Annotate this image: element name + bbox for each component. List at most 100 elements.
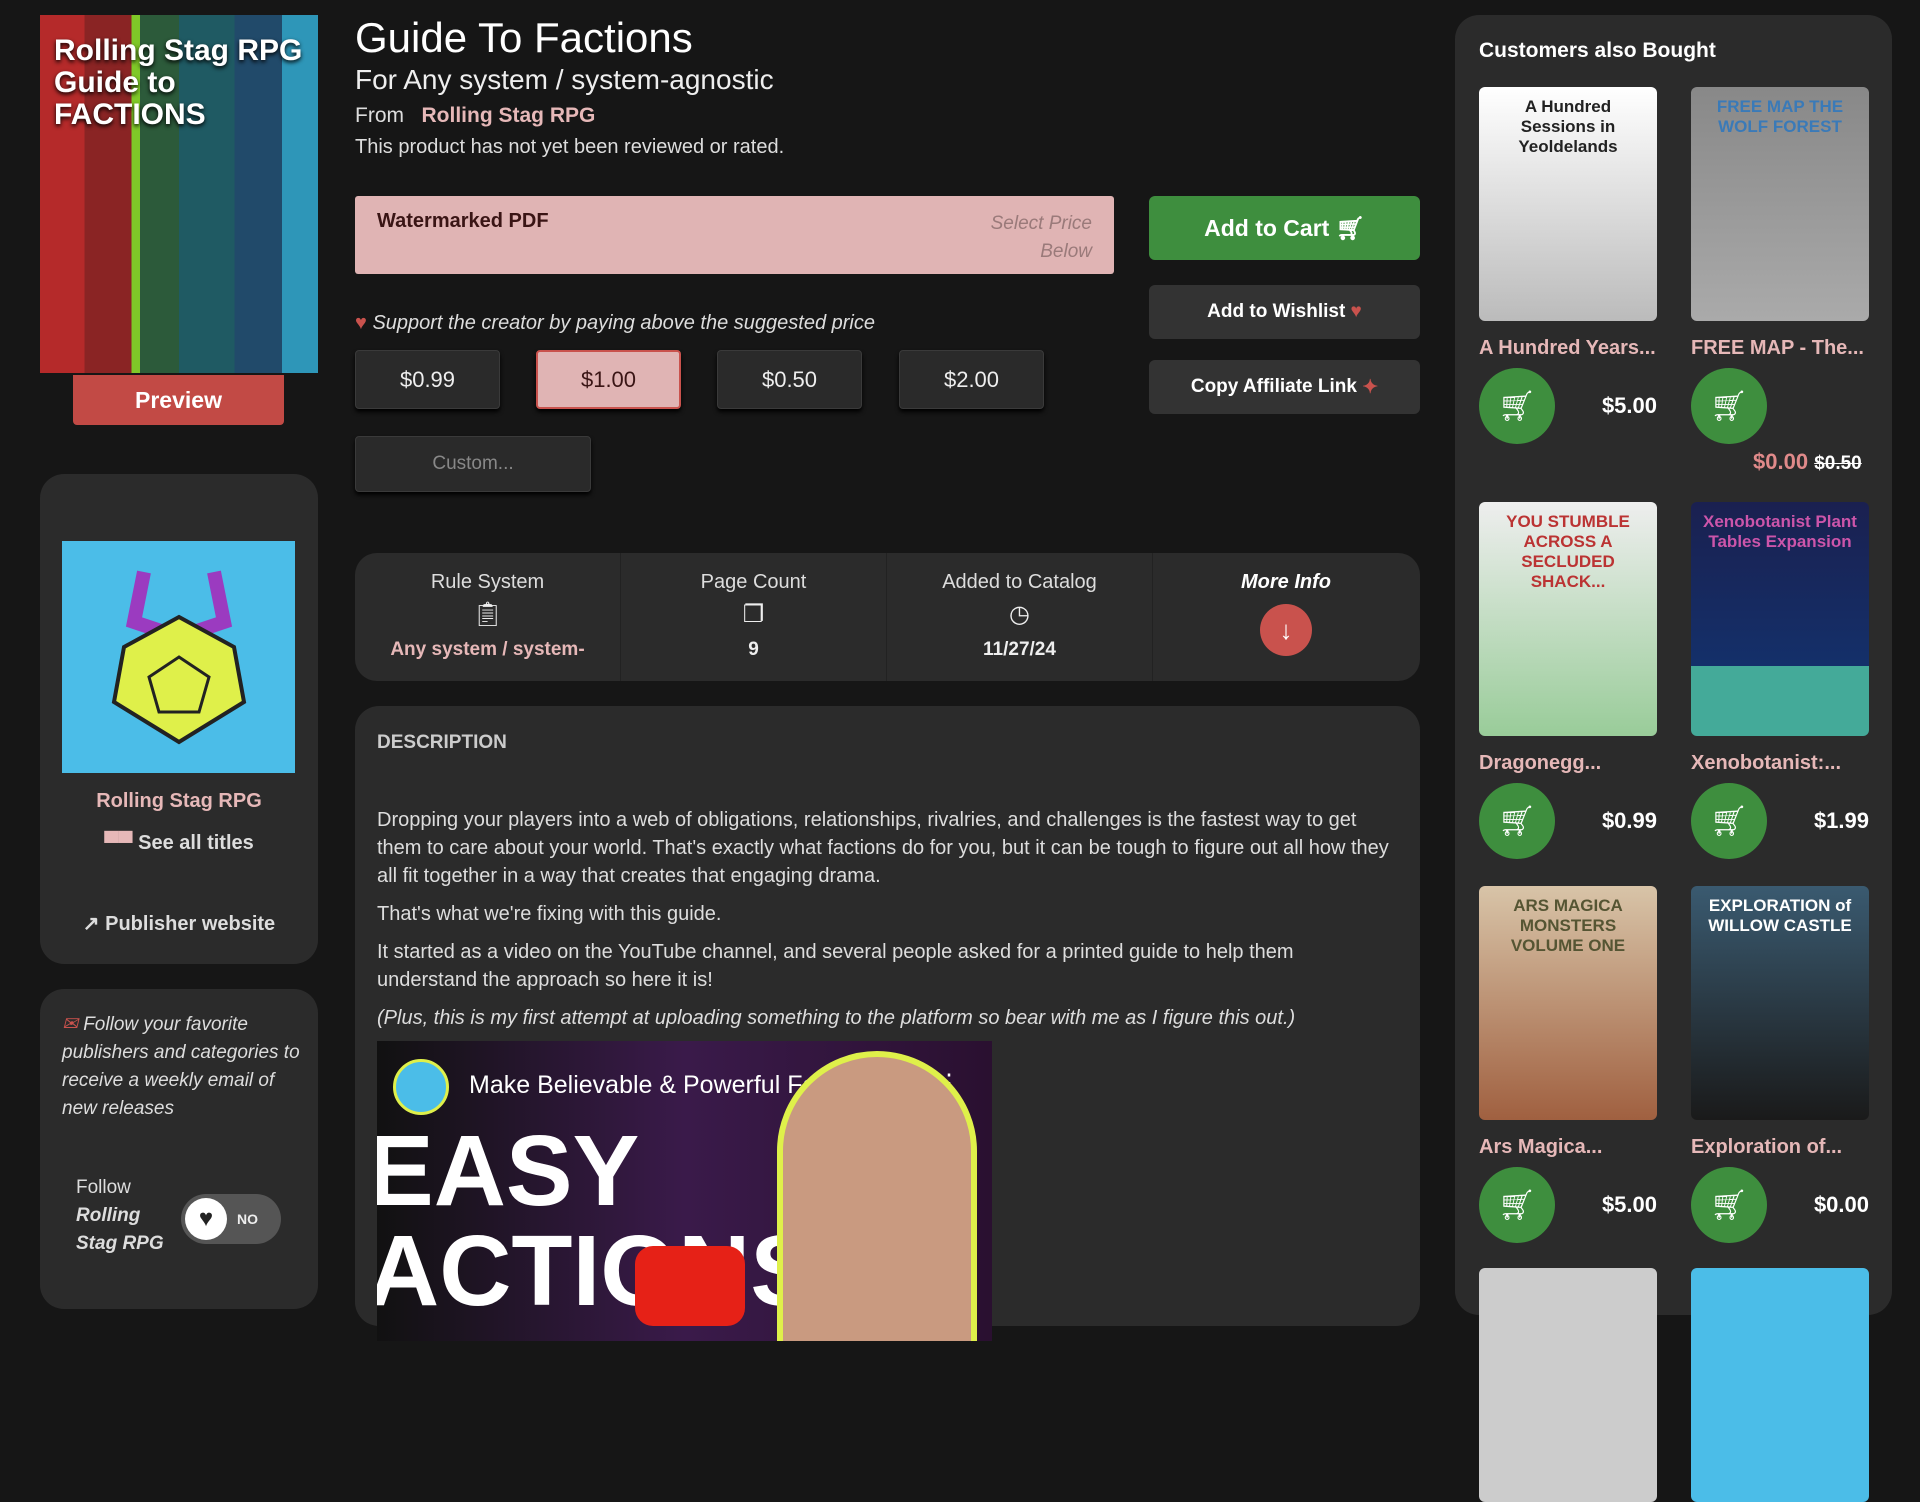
add-to-cart-button[interactable]: 🛒︎	[1479, 368, 1555, 444]
cart-plus-icon: 🛒︎	[1709, 804, 1749, 838]
add-to-wishlist-button[interactable]: Add to Wishlist ♥	[1149, 285, 1420, 339]
product-title-link[interactable]: Exploration of...	[1691, 1136, 1842, 1159]
description-paragraph: (Plus, this is my first attempt at uploa…	[377, 1007, 1296, 1029]
price-option-selected[interactable]: $1.00	[536, 350, 681, 409]
thumbnail-cover-text: Xenobotanist Plant Tables Expansion	[1703, 512, 1857, 551]
preview-button[interactable]: Preview	[73, 375, 284, 425]
publisher-name[interactable]: Rolling Stag RPG	[40, 790, 318, 813]
publisher-website-label: Publisher website	[105, 913, 276, 935]
product-thumbnail[interactable]: Xenobotanist Plant Tables Expansion	[1691, 502, 1869, 736]
publisher-website-link[interactable]: ↗ Publisher website	[40, 911, 318, 936]
support-message: ♥ Support the creator by paying above th…	[355, 312, 875, 334]
format-name: Watermarked PDF	[377, 210, 549, 232]
cover-title: Rolling Stag RPG Guide to FACTIONS	[54, 34, 303, 131]
format-price-hint: Select Price Below	[990, 213, 1092, 262]
product-title-link[interactable]: A Hundred Years...	[1479, 337, 1656, 360]
product-price: $0.00	[1813, 1192, 1869, 1217]
added-label: Added to Catalog	[942, 571, 1097, 593]
rule-system-label: Rule System	[430, 571, 545, 593]
add-to-cart-button[interactable]: 🛒︎	[1691, 783, 1767, 859]
more-info-button[interactable]: More Info ↓	[1153, 553, 1419, 681]
see-all-label: See all titles	[138, 832, 254, 854]
add-to-cart-button[interactable]: 🛒︎	[1691, 1167, 1767, 1243]
also-bought-title: Customers also Bought	[1479, 39, 1716, 62]
thumbnail-cover-text: EXPLORATION of WILLOW CASTLE	[1708, 896, 1852, 935]
follow-text: ✉ Follow your favorite publishers and ca…	[62, 1014, 300, 1119]
product-price: $0.99	[1601, 808, 1657, 833]
heart-icon: ♥	[1350, 301, 1362, 322]
format-option-watermarked-pdf[interactable]: Watermarked PDF Select Price Below	[355, 196, 1114, 274]
follow-publisher-name: Rolling Stag RPG	[76, 1205, 164, 1254]
thumbnail-cover-text: ARS MAGICA MONSTERS VOLUME ONE	[1510, 896, 1626, 955]
add-to-cart-button[interactable]: 🛒︎	[1479, 783, 1555, 859]
price-option[interactable]: $2.00	[899, 350, 1044, 409]
product-thumbnail[interactable]: A Hundred Sessions in Yeoldelands	[1479, 87, 1657, 321]
clipboard-icon: 📋︎	[472, 601, 503, 628]
added-value: 11/27/24	[983, 639, 1056, 660]
wishlist-label: Add to Wishlist	[1207, 301, 1346, 322]
add-to-cart-button[interactable]: 🛒︎	[1691, 368, 1767, 444]
thumbnail-cover-text: YOU STUMBLE ACROSS A SECLUDED SHACK...	[1506, 512, 1630, 591]
product-title-link[interactable]: Ars Magica...	[1479, 1136, 1602, 1159]
product-cover[interactable]: Rolling Stag RPG Guide to FACTIONS	[40, 15, 318, 373]
price-option[interactable]: $0.99	[355, 350, 500, 409]
heart-icon: ♥	[185, 1198, 227, 1240]
original-price: $0.50	[1814, 453, 1862, 474]
product-thumbnail[interactable]	[1691, 1268, 1869, 1502]
description-heading: DESCRIPTION	[377, 732, 507, 753]
sparkle-icon: ✦	[1362, 376, 1379, 398]
arrow-down-icon: ↓	[1260, 604, 1312, 656]
publisher-logo[interactable]	[62, 541, 295, 773]
description-paragraph: That's what we're fixing with this guide…	[377, 903, 722, 925]
add-to-cart-label: Add to Cart	[1204, 214, 1330, 241]
publisher-card: Rolling Stag RPG ▀▀ See all titles ↗ Pub…	[40, 474, 318, 964]
copy-affiliate-link-button[interactable]: Copy Affiliate Link ✦	[1149, 360, 1420, 414]
product-thumbnail[interactable]: FREE MAP THE WOLF FOREST	[1691, 87, 1869, 321]
product-title-link[interactable]: Xenobotanist:...	[1691, 752, 1841, 775]
product-thumbnail[interactable]	[1479, 1268, 1657, 1502]
cart-plus-icon: 🛒︎	[1497, 1188, 1537, 1222]
product-subtitle: For Any system / system-agnostic	[355, 64, 774, 95]
product-title-link[interactable]: Dragonegg...	[1479, 752, 1601, 775]
preview-label: Preview	[135, 386, 222, 413]
page-count-label: Page Count	[700, 571, 807, 593]
page-count-value: 9	[748, 639, 759, 660]
more-info-label: More Info	[1241, 571, 1331, 593]
description-paragraph: Dropping your players into a web of obli…	[377, 809, 1389, 887]
description-paragraph: It started as a video on the YouTube cha…	[377, 941, 1294, 991]
product-info-bar: Rule System 📋︎ Any system / system- Page C…	[355, 553, 1420, 681]
product-price: $1.99	[1813, 808, 1869, 833]
thumbnail-cover-text: FREE MAP THE WOLF FOREST	[1716, 97, 1844, 136]
cart-icon: 🛒︎	[1335, 214, 1365, 241]
follow-card: ✉ Follow your favorite publishers and ca…	[40, 989, 318, 1309]
product-thumbnail[interactable]: YOU STUMBLE ACROSS A SECLUDED SHACK...	[1479, 502, 1657, 736]
cart-plus-icon: 🛒︎	[1497, 389, 1537, 423]
product-thumbnail[interactable]: ARS MAGICA MONSTERS VOLUME ONE	[1479, 886, 1657, 1120]
follow-toggle[interactable]: ♥ NO	[181, 1194, 281, 1244]
youtube-play-icon[interactable]	[635, 1246, 745, 1326]
add-to-cart-button[interactable]: 🛒︎	[1479, 1167, 1555, 1243]
publisher-link[interactable]: Rolling Stag RPG	[422, 104, 596, 127]
cart-plus-icon: 🛒︎	[1709, 389, 1749, 423]
cart-plus-icon: 🛒︎	[1709, 1188, 1749, 1222]
product-thumbnail[interactable]: EXPLORATION of WILLOW CASTLE	[1691, 886, 1869, 1120]
custom-price-input[interactable]: Custom...	[355, 436, 591, 492]
clock-icon: ◷	[1009, 601, 1030, 628]
envelope-icon: ✉	[62, 1014, 78, 1035]
add-to-cart-button[interactable]: Add to Cart 🛒︎	[1149, 196, 1420, 260]
sale-price: $0.00 $0.50	[1753, 449, 1862, 474]
toggle-state: NO	[237, 1211, 258, 1227]
follow-label: Follow	[76, 1177, 131, 1198]
rule-system-value[interactable]: Any system / system-	[355, 639, 620, 661]
description-card: DESCRIPTION Dropping your players into a…	[355, 706, 1420, 1341]
price-option[interactable]: $0.50	[717, 350, 862, 409]
heart-icon: ♥	[355, 312, 367, 334]
channel-avatar	[393, 1059, 449, 1115]
video-embed[interactable]: Make Believable & Powerful Faction... ⋮ …	[377, 1041, 992, 1341]
product-title-link[interactable]: FREE MAP - The...	[1691, 337, 1864, 360]
presenter-image	[777, 1051, 977, 1341]
see-all-titles-link[interactable]: ▀▀ See all titles	[40, 832, 318, 855]
store-icon: ▀▀	[104, 832, 133, 854]
page-title: Guide To Factions	[355, 14, 693, 61]
rating-status: This product has not yet been reviewed o…	[355, 136, 785, 158]
